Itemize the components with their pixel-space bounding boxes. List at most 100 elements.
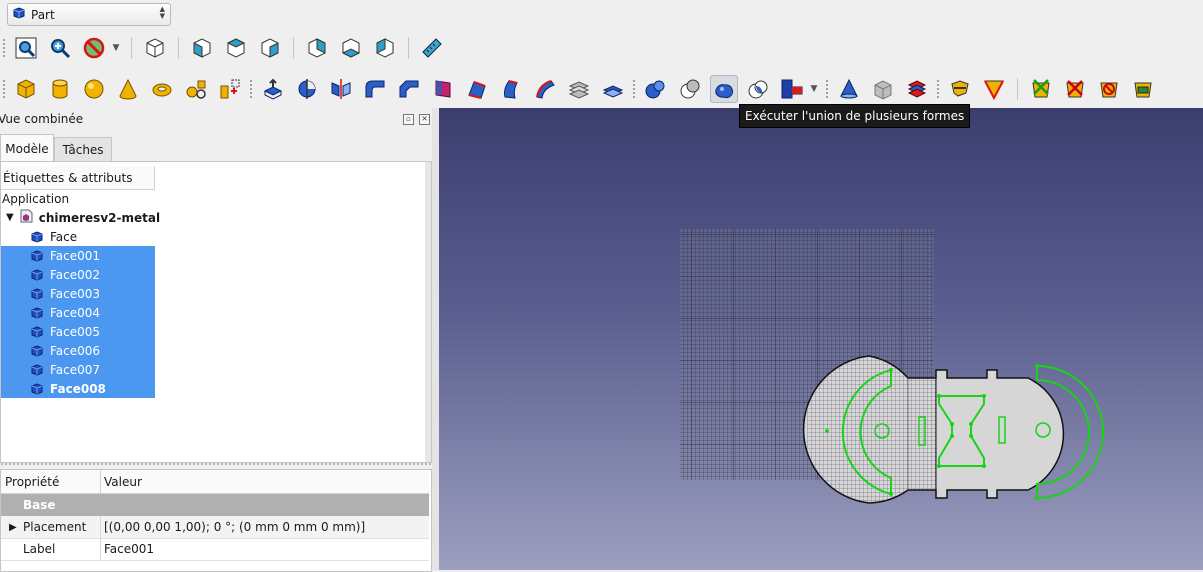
view-splitter[interactable] [432, 108, 439, 570]
close-panel-icon[interactable]: ✕ [419, 114, 430, 125]
bottom-view-button[interactable] [337, 34, 365, 62]
tree-item[interactable]: Face005 [1, 322, 155, 342]
ruled-surface-button[interactable] [463, 75, 491, 103]
property-editor[interactable]: Propriété Valeur Base ▶ Placement [(0,00… [0, 469, 432, 572]
join-features-dropdown-icon[interactable]: ▼ [809, 75, 819, 103]
sphere-icon [84, 79, 104, 99]
tree-item[interactable]: Face001 [1, 246, 155, 266]
common-icon [748, 80, 768, 99]
cylinder-button[interactable] [46, 75, 74, 103]
tree-item[interactable]: Face007 [1, 360, 155, 380]
measure-toggle-all-button[interactable] [1095, 75, 1123, 103]
section-button[interactable] [565, 75, 593, 103]
toolbar-handle[interactable] [2, 79, 6, 99]
tab-model-label: Modèle [5, 141, 49, 156]
cross-sections-button[interactable] [599, 75, 627, 103]
combo-view-panel: Vue combinée ▫ ✕ Modèle Tâches Étiquette… [0, 108, 432, 572]
tree-item[interactable]: Face004 [1, 303, 155, 323]
cone-button[interactable] [114, 75, 142, 103]
draw-style-button[interactable] [80, 34, 108, 62]
toolbar-handle[interactable] [632, 79, 636, 99]
fit-all-button[interactable] [12, 34, 40, 62]
isometric-view-button[interactable] [141, 34, 169, 62]
section-icon [568, 81, 590, 99]
measure-angular-button[interactable] [980, 75, 1008, 103]
measure-toggle-all-icon [1100, 82, 1118, 98]
measure-toggle-3d-button[interactable] [1129, 75, 1157, 103]
float-panel-icon[interactable]: ▫ [403, 114, 414, 125]
toolbar-handle[interactable] [825, 79, 829, 99]
property-row-label[interactable]: Label Face001 [1, 538, 429, 561]
fillet-button[interactable] [361, 75, 389, 103]
union-button[interactable] [710, 75, 738, 103]
boolean-button[interactable] [642, 75, 670, 103]
fit-selection-button[interactable] [46, 34, 74, 62]
box-button[interactable] [12, 75, 40, 103]
isometric-view-icon [146, 38, 164, 58]
tree-item[interactable]: Face006 [1, 341, 155, 361]
measure-distance-button[interactable] [418, 34, 446, 62]
extrude-button[interactable] [259, 75, 287, 103]
value-column-header[interactable]: Valeur [101, 470, 429, 494]
compound-tools-button[interactable] [903, 75, 931, 103]
property-value[interactable]: Face001 [104, 538, 154, 560]
toolbar-handle[interactable] [2, 38, 6, 58]
tree-item[interactable]: Face003 [1, 284, 155, 304]
measure-clear-all-button[interactable] [1061, 75, 1089, 103]
sphere-button[interactable] [80, 75, 108, 103]
check-geometry-button[interactable] [835, 75, 863, 103]
rear-view-button[interactable] [303, 34, 331, 62]
primitives-button[interactable] [182, 75, 210, 103]
cylinder-icon [52, 79, 68, 99]
tree-item[interactable]: Face008 [1, 379, 155, 398]
tree-document[interactable]: ▼ chimeresv2-metal [6, 208, 160, 227]
property-row-placement[interactable]: ▶ Placement [(0,00 0,00 1,00); 0 °; (0 m… [1, 516, 429, 539]
chamfer-button[interactable] [395, 75, 423, 103]
face-icon [1, 306, 43, 319]
toolbar-handle[interactable] [249, 79, 253, 99]
3d-viewport[interactable] [439, 108, 1203, 570]
expand-arrow-icon[interactable]: ▶ [9, 516, 17, 538]
shape-builder-icon [220, 79, 240, 99]
right-view-button[interactable] [256, 34, 284, 62]
tree-column-header[interactable]: Étiquettes & attributs [1, 166, 155, 190]
tree-item[interactable]: Face002 [1, 265, 155, 285]
left-view-button[interactable] [371, 34, 399, 62]
draw-style-dropdown-icon[interactable]: ▼ [111, 34, 121, 62]
defeaturing-button[interactable] [869, 75, 897, 103]
shape-builder-button[interactable] [216, 75, 244, 103]
measure-linear-button[interactable] [946, 75, 974, 103]
tab-model[interactable]: Modèle [0, 134, 54, 162]
common-button[interactable] [744, 75, 772, 103]
tree-root-application[interactable]: Application [2, 189, 69, 208]
workbench-selector[interactable]: Part ▲ ▼ [7, 3, 171, 26]
cone-icon [119, 78, 137, 100]
tree-item[interactable]: Face [1, 227, 155, 246]
loft-button[interactable] [497, 75, 525, 103]
sweep-button[interactable] [531, 75, 559, 103]
tree-item-label: Face007 [50, 362, 101, 377]
expand-arrow-icon[interactable]: ▼ [6, 212, 14, 223]
boolean-icon [645, 80, 665, 99]
property-group-base[interactable]: Base [1, 494, 429, 516]
make-face-button[interactable] [429, 75, 457, 103]
measure-refresh-button[interactable] [1027, 75, 1055, 103]
torus-button[interactable] [148, 75, 176, 103]
toolbar-handle[interactable] [936, 79, 940, 99]
mirror-button[interactable] [327, 75, 355, 103]
revolve-button[interactable] [293, 75, 321, 103]
top-view-button[interactable] [222, 34, 250, 62]
join-features-button[interactable] [778, 75, 806, 103]
cut-button[interactable] [676, 75, 704, 103]
property-column-header[interactable]: Propriété [1, 470, 101, 494]
face-icon [1, 249, 43, 262]
model-tree[interactable]: Étiquettes & attributs Application ▼ chi… [0, 161, 432, 463]
front-view-button[interactable] [188, 34, 216, 62]
loft-icon [504, 80, 518, 99]
panel-splitter[interactable] [0, 462, 432, 467]
tab-tasks[interactable]: Tâches [54, 137, 112, 162]
tree-scrollbar[interactable] [425, 162, 431, 462]
property-value[interactable]: [(0,00 0,00 1,00); 0 °; (0 mm 0 mm 0 mm)… [104, 516, 365, 538]
value-header-label: Valeur [104, 474, 142, 489]
revolve-icon [298, 79, 316, 99]
